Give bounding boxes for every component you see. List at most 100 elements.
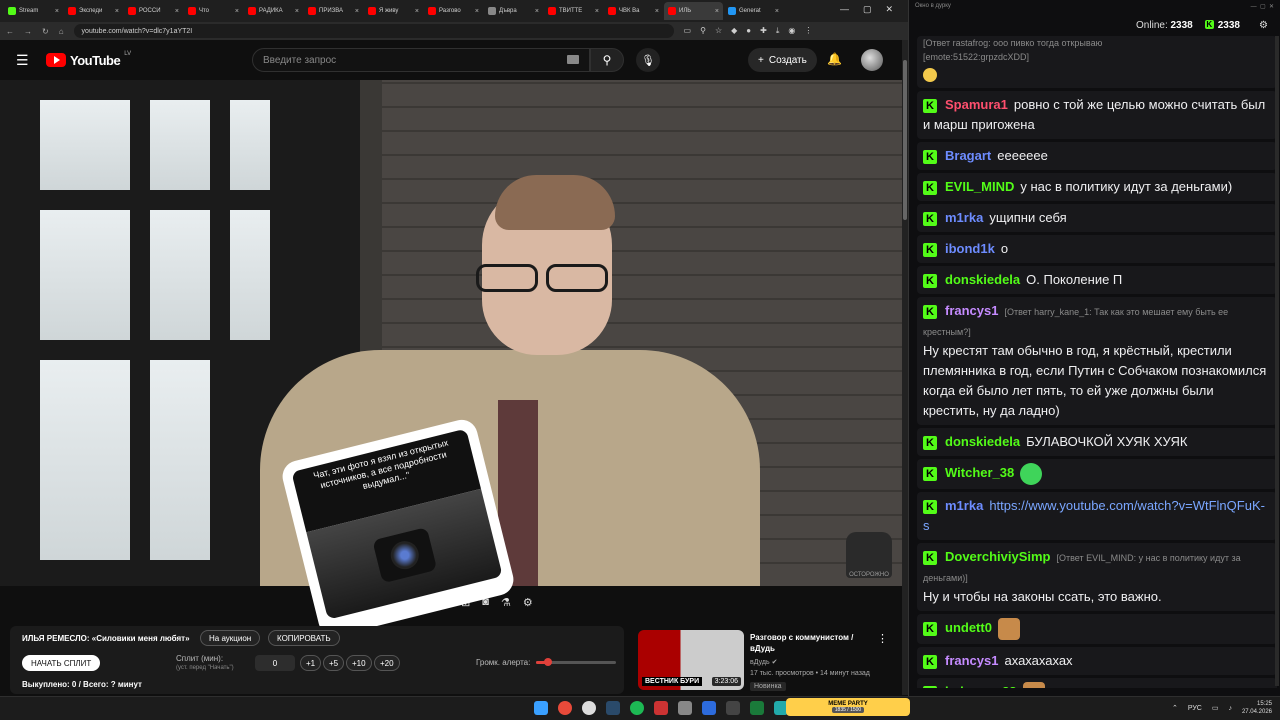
chat-username[interactable]: francys1 xyxy=(945,303,998,318)
search-input[interactable]: Введите запрос xyxy=(252,48,590,72)
video-thumbnail[interactable]: ВЕСТНИК БУРИ 3:23:06 xyxy=(638,630,744,690)
browser-tab[interactable]: Что × xyxy=(184,2,243,20)
cast-icon[interactable]: ▭ xyxy=(684,26,692,36)
reload-icon[interactable]: ↻ xyxy=(42,27,49,36)
browser-tab[interactable]: Stream × xyxy=(4,2,63,20)
chat-username[interactable]: undett0 xyxy=(945,620,992,635)
tab-close-icon[interactable]: × xyxy=(715,8,719,15)
voice-search-button[interactable]: 🎙 xyxy=(636,48,660,72)
youtube-logo[interactable]: YouTube LV xyxy=(46,51,131,68)
browser-tab[interactable]: Я живу × xyxy=(364,2,423,20)
browser-tab[interactable]: РОССИ × xyxy=(124,2,183,20)
slider-knob[interactable] xyxy=(544,658,552,666)
taskbar-clock[interactable]: 15:25 27.04.2026 xyxy=(1242,700,1272,716)
forward-icon[interactable]: → xyxy=(24,27,32,36)
browser-tab[interactable]: ТВИТТЕ × xyxy=(544,2,603,20)
clock-app-icon[interactable] xyxy=(582,701,596,715)
chat-username[interactable]: Witcher_38 xyxy=(945,465,1014,480)
tab-close-icon[interactable]: × xyxy=(655,8,659,15)
home-icon[interactable]: ⌂ xyxy=(59,27,64,36)
browser-tab[interactable]: Разгово × xyxy=(424,2,483,20)
app-icon[interactable] xyxy=(726,701,740,715)
start-split-button[interactable]: НАЧАТЬ СПЛИТ xyxy=(22,655,101,671)
increment-button[interactable]: +5 xyxy=(323,655,345,671)
more-options-icon[interactable]: ⋮ xyxy=(877,632,888,645)
tray-expand-icon[interactable]: ⌃ xyxy=(1172,704,1178,712)
notifications-bell-icon[interactable]: 🔔 xyxy=(827,52,842,66)
split-minutes-input[interactable]: 0 xyxy=(255,655,295,671)
tab-close-icon[interactable]: × xyxy=(535,8,539,15)
app-icon[interactable] xyxy=(750,701,764,715)
browser-tab[interactable]: Generat × xyxy=(724,2,783,20)
puzzle-icon[interactable]: ✚ xyxy=(760,26,767,36)
chat-username[interactable]: donskiedela xyxy=(945,434,1020,449)
tab-close-icon[interactable]: × xyxy=(115,8,119,15)
tab-close-icon[interactable]: × xyxy=(175,8,179,15)
flask-icon[interactable]: ⚗ xyxy=(501,596,511,609)
extension-icon[interactable]: ◆ xyxy=(731,26,737,36)
user-avatar[interactable] xyxy=(861,49,883,71)
windows-start-icon[interactable] xyxy=(534,701,548,715)
download-icon[interactable]: ⤓ xyxy=(776,26,780,36)
channel-name[interactable]: вДудь ✔ xyxy=(750,658,777,666)
tab-close-icon[interactable]: × xyxy=(415,8,419,15)
app-icon[interactable] xyxy=(702,701,716,715)
tab-close-icon[interactable]: × xyxy=(595,8,599,15)
search-button[interactable]: ⚲ xyxy=(590,48,624,72)
tab-close-icon[interactable]: × xyxy=(295,8,299,15)
recommended-video[interactable]: ВЕСТНИК БУРИ 3:23:06 Разговор с коммунис… xyxy=(638,630,900,694)
alert-volume-slider[interactable] xyxy=(536,658,616,666)
chat-username[interactable]: m1rka xyxy=(945,498,983,513)
volume-icon[interactable]: ♪ xyxy=(1228,705,1232,712)
back-icon[interactable]: ← xyxy=(6,27,14,36)
browser-tab[interactable]: ЧВК Ва × xyxy=(604,2,663,20)
hamburger-menu-icon[interactable]: ☰ xyxy=(16,52,30,69)
browser-tab[interactable]: ПРИЗВА × xyxy=(304,2,363,20)
network-icon[interactable]: ▭ xyxy=(1212,704,1219,712)
copy-button[interactable]: КОПИРОВАТЬ xyxy=(268,630,340,646)
menu-dots-icon[interactable]: ⋮ xyxy=(804,26,812,36)
meme-party-widget[interactable]: MEME PARTY 1835 / 1500 xyxy=(786,698,910,716)
chat-username[interactable]: EVIL_MIND xyxy=(945,179,1014,194)
auction-button[interactable]: На аукцион xyxy=(200,630,261,646)
spotify-icon[interactable] xyxy=(630,701,644,715)
extension-icon[interactable]: ● xyxy=(746,26,751,36)
video-title[interactable]: Разговор с коммунистом / вДудь xyxy=(750,632,880,654)
tab-close-icon[interactable]: × xyxy=(355,8,359,15)
chat-username[interactable]: m1rka xyxy=(945,210,983,225)
keyboard-icon[interactable] xyxy=(567,55,579,64)
profile-icon[interactable]: ◉ xyxy=(788,26,795,36)
close-icon[interactable]: ✕ xyxy=(886,4,894,15)
settings-gear-icon[interactable]: ⚙ xyxy=(523,596,533,609)
url-input[interactable]: youtube.com/watch?v=dlc7y1aYT2I xyxy=(73,24,674,38)
browser-tab[interactable]: ИЛЬ × xyxy=(664,2,723,20)
tab-close-icon[interactable]: × xyxy=(475,8,479,15)
tab-close-icon[interactable]: × xyxy=(775,8,779,15)
tab-close-icon[interactable]: × xyxy=(235,8,239,15)
app-icon[interactable] xyxy=(654,701,668,715)
tab-close-icon[interactable]: × xyxy=(55,8,59,15)
steam-icon[interactable] xyxy=(606,701,620,715)
browser-tab[interactable]: РАДИКА × xyxy=(244,2,303,20)
create-button[interactable]: + Создать xyxy=(748,48,817,72)
chat-username[interactable]: kukuruza28 xyxy=(945,684,1017,688)
chat-message-list[interactable]: [Ответ rastafrog: ооо пивко тогда открыв… xyxy=(917,36,1277,688)
chat-username[interactable]: Bragart xyxy=(945,148,991,163)
chat-username[interactable]: francys1 xyxy=(945,653,998,668)
settings-gear-icon[interactable]: ⚙ xyxy=(1259,20,1268,31)
chat-scrollbar[interactable] xyxy=(1275,36,1279,686)
input-language[interactable]: РУС xyxy=(1188,705,1202,712)
browser-tab[interactable]: Дъвра × xyxy=(484,2,543,20)
screenshot-camera-icon[interactable]: ◙ xyxy=(482,596,489,609)
chat-username[interactable]: ibond1k xyxy=(945,241,995,256)
increment-button[interactable]: +10 xyxy=(346,655,372,671)
chat-username[interactable]: donskiedela xyxy=(945,272,1020,287)
browser-tab[interactable]: Экспеди × xyxy=(64,2,123,20)
increment-button[interactable]: +1 xyxy=(300,655,322,671)
app-icon[interactable] xyxy=(678,701,692,715)
chrome-icon[interactable] xyxy=(558,701,572,715)
bookmark-star-icon[interactable]: ☆ xyxy=(715,26,722,36)
minimize-icon[interactable]: — xyxy=(840,4,849,15)
chat-username[interactable]: DoverchiviySimp xyxy=(945,549,1051,564)
increment-button[interactable]: +20 xyxy=(374,655,400,671)
